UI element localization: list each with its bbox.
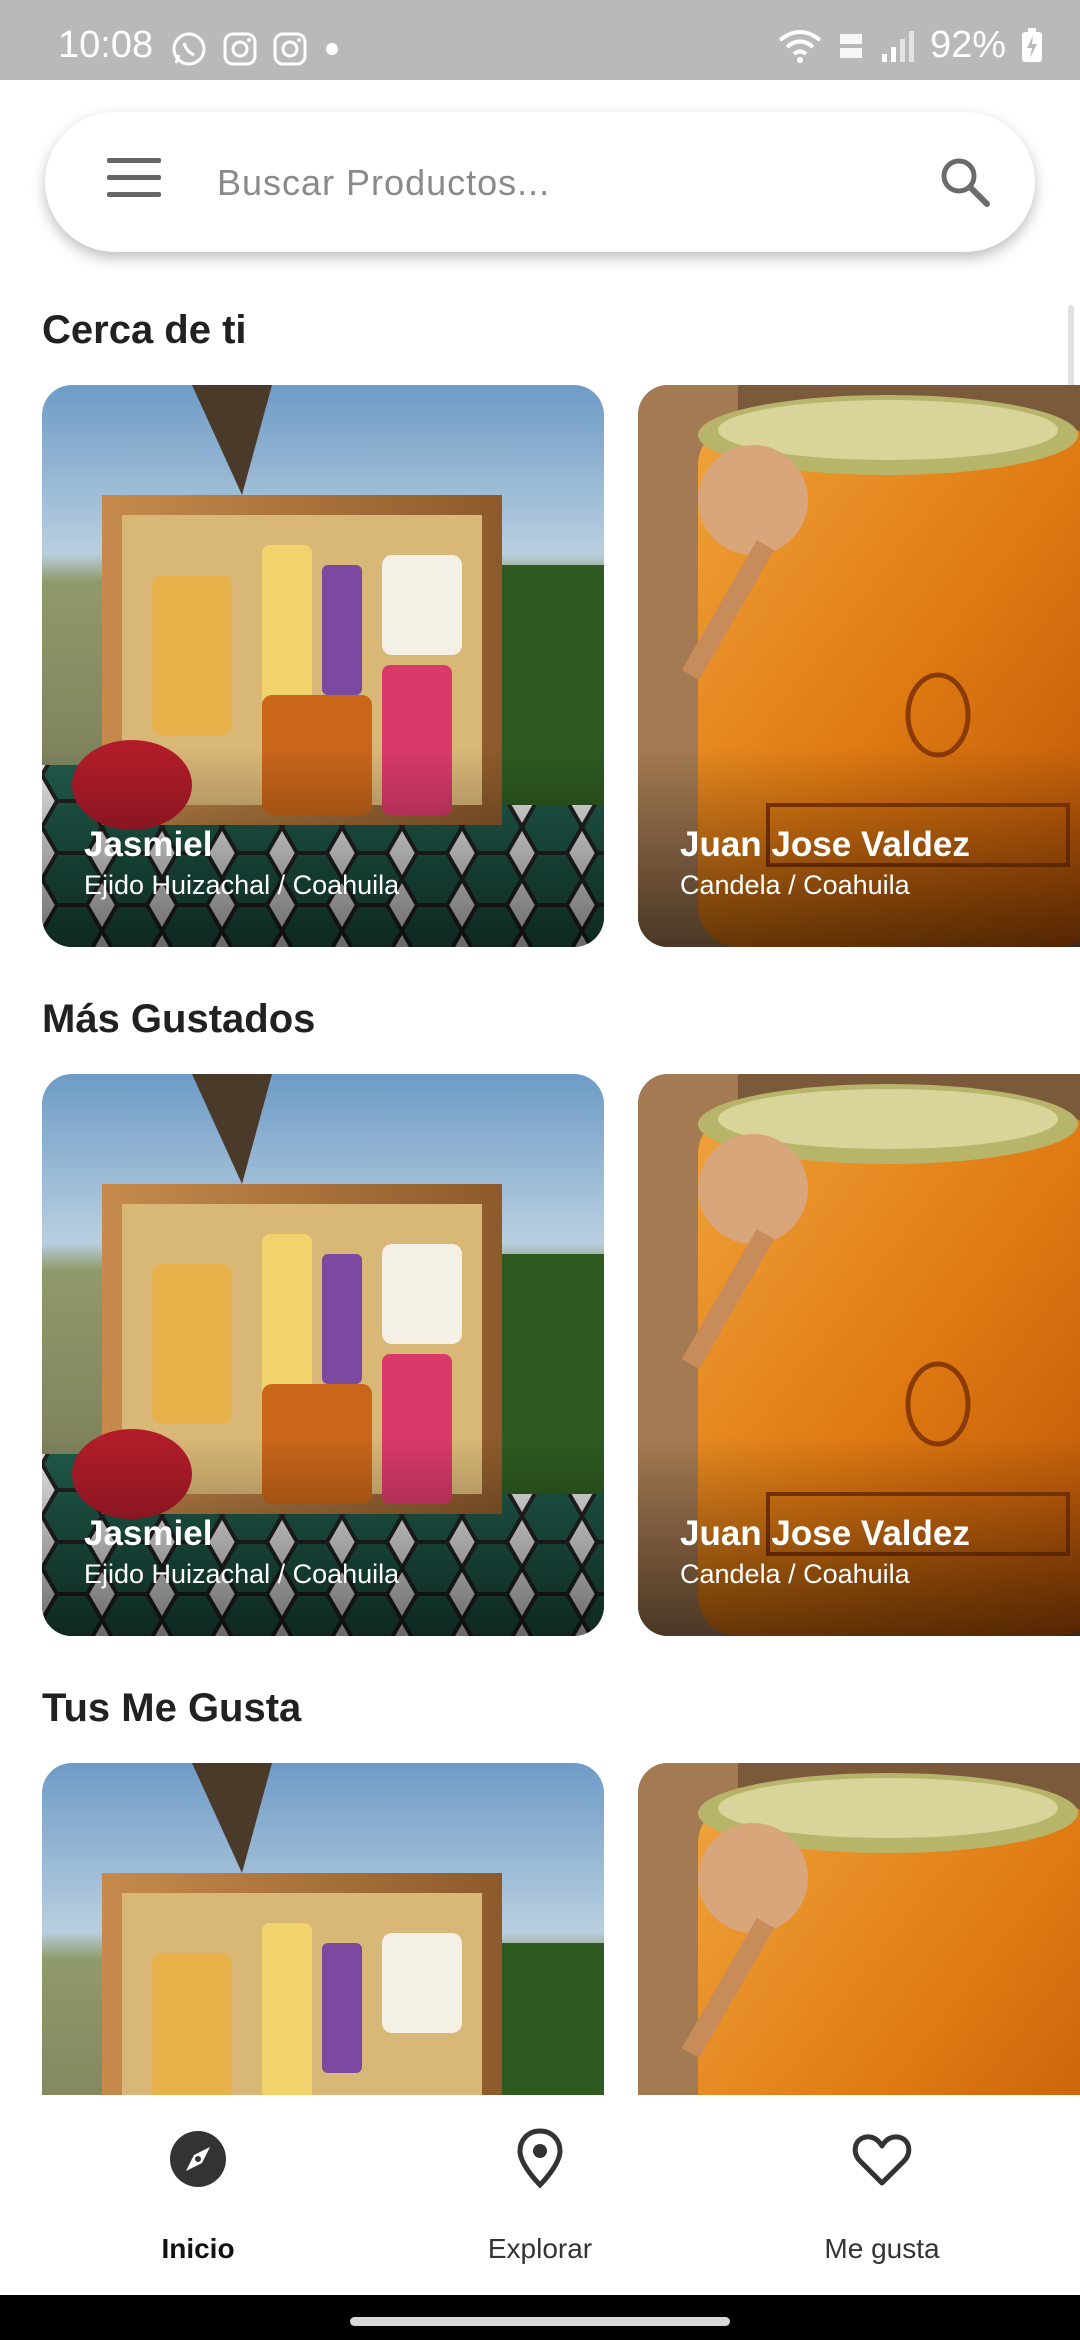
home-gesture-handle[interactable] bbox=[350, 2317, 730, 2326]
section-title-popular: Más Gustados bbox=[42, 997, 316, 1041]
card-name: Juan Jose Valdez bbox=[680, 1514, 970, 1553]
nav-item-inicio[interactable]: Inicio bbox=[18, 2095, 378, 2295]
search-icon[interactable] bbox=[935, 152, 995, 212]
battery-charging-icon bbox=[1022, 27, 1042, 62]
nav-label: Inicio bbox=[161, 2233, 235, 2264]
bottom-navigation: Inicio Explorar Me gusta bbox=[0, 2095, 1080, 2295]
product-card-juan-jose-valdez[interactable]: Juan Jose Valdez Candela / Coahuila bbox=[638, 385, 1080, 947]
card-location: Ejido Huizachal / Coahuila bbox=[84, 1559, 400, 1589]
instagram-icon bbox=[273, 32, 307, 66]
location-pin-icon bbox=[517, 2128, 563, 2189]
instagram-icon bbox=[223, 32, 257, 66]
notification-icons bbox=[170, 30, 342, 68]
nav-item-explorar[interactable]: Explorar bbox=[360, 2095, 720, 2295]
honey-jar-photo bbox=[638, 1763, 1080, 2095]
wifi-icon bbox=[778, 29, 822, 63]
card-location: Ejido Huizachal / Coahuila bbox=[84, 870, 400, 900]
product-card-jasmiel[interactable] bbox=[42, 1763, 604, 2095]
product-card-juan-jose-valdez[interactable]: Juan Jose Valdez Candela / Coahuila bbox=[638, 1074, 1080, 1636]
menu-icon[interactable] bbox=[107, 158, 161, 198]
dot-icon bbox=[326, 43, 338, 55]
card-name: Jasmiel bbox=[84, 825, 213, 864]
card-location: Candela / Coahuila bbox=[680, 870, 910, 900]
status-bar: 10:08 92% bbox=[0, 0, 1080, 80]
card-name: Jasmiel bbox=[84, 1514, 213, 1553]
nav-label: Me gusta bbox=[824, 2233, 940, 2264]
search-input[interactable] bbox=[215, 152, 919, 214]
battery-percentage: 92% bbox=[929, 24, 1006, 66]
nav-item-me-gusta[interactable]: Me gusta bbox=[702, 2095, 1062, 2295]
heart-icon bbox=[852, 2134, 912, 2186]
system-icons: 92% bbox=[778, 24, 1044, 67]
section-title-nearby: Cerca de ti bbox=[42, 308, 247, 352]
whatsapp-icon bbox=[172, 32, 206, 66]
card-name: Juan Jose Valdez bbox=[680, 825, 970, 864]
signal-icon bbox=[881, 30, 914, 62]
jasmiel-photo bbox=[42, 1763, 604, 2095]
section-title-likes: Tus Me Gusta bbox=[42, 1686, 302, 1730]
volte-icon bbox=[839, 33, 862, 58]
product-card-jasmiel[interactable]: Jasmiel Ejido Huizachal / Coahuila bbox=[42, 1074, 604, 1636]
search-bar bbox=[45, 112, 1035, 252]
product-card-jasmiel[interactable]: Jasmiel Ejido Huizachal / Coahuila bbox=[42, 385, 604, 947]
compass-icon bbox=[170, 2131, 226, 2187]
status-time: 10:08 bbox=[58, 24, 154, 66]
gesture-bar bbox=[0, 2295, 1080, 2340]
card-location: Candela / Coahuila bbox=[680, 1559, 910, 1589]
product-card-juan-jose-valdez[interactable] bbox=[638, 1763, 1080, 2095]
nav-label: Explorar bbox=[487, 2233, 593, 2264]
